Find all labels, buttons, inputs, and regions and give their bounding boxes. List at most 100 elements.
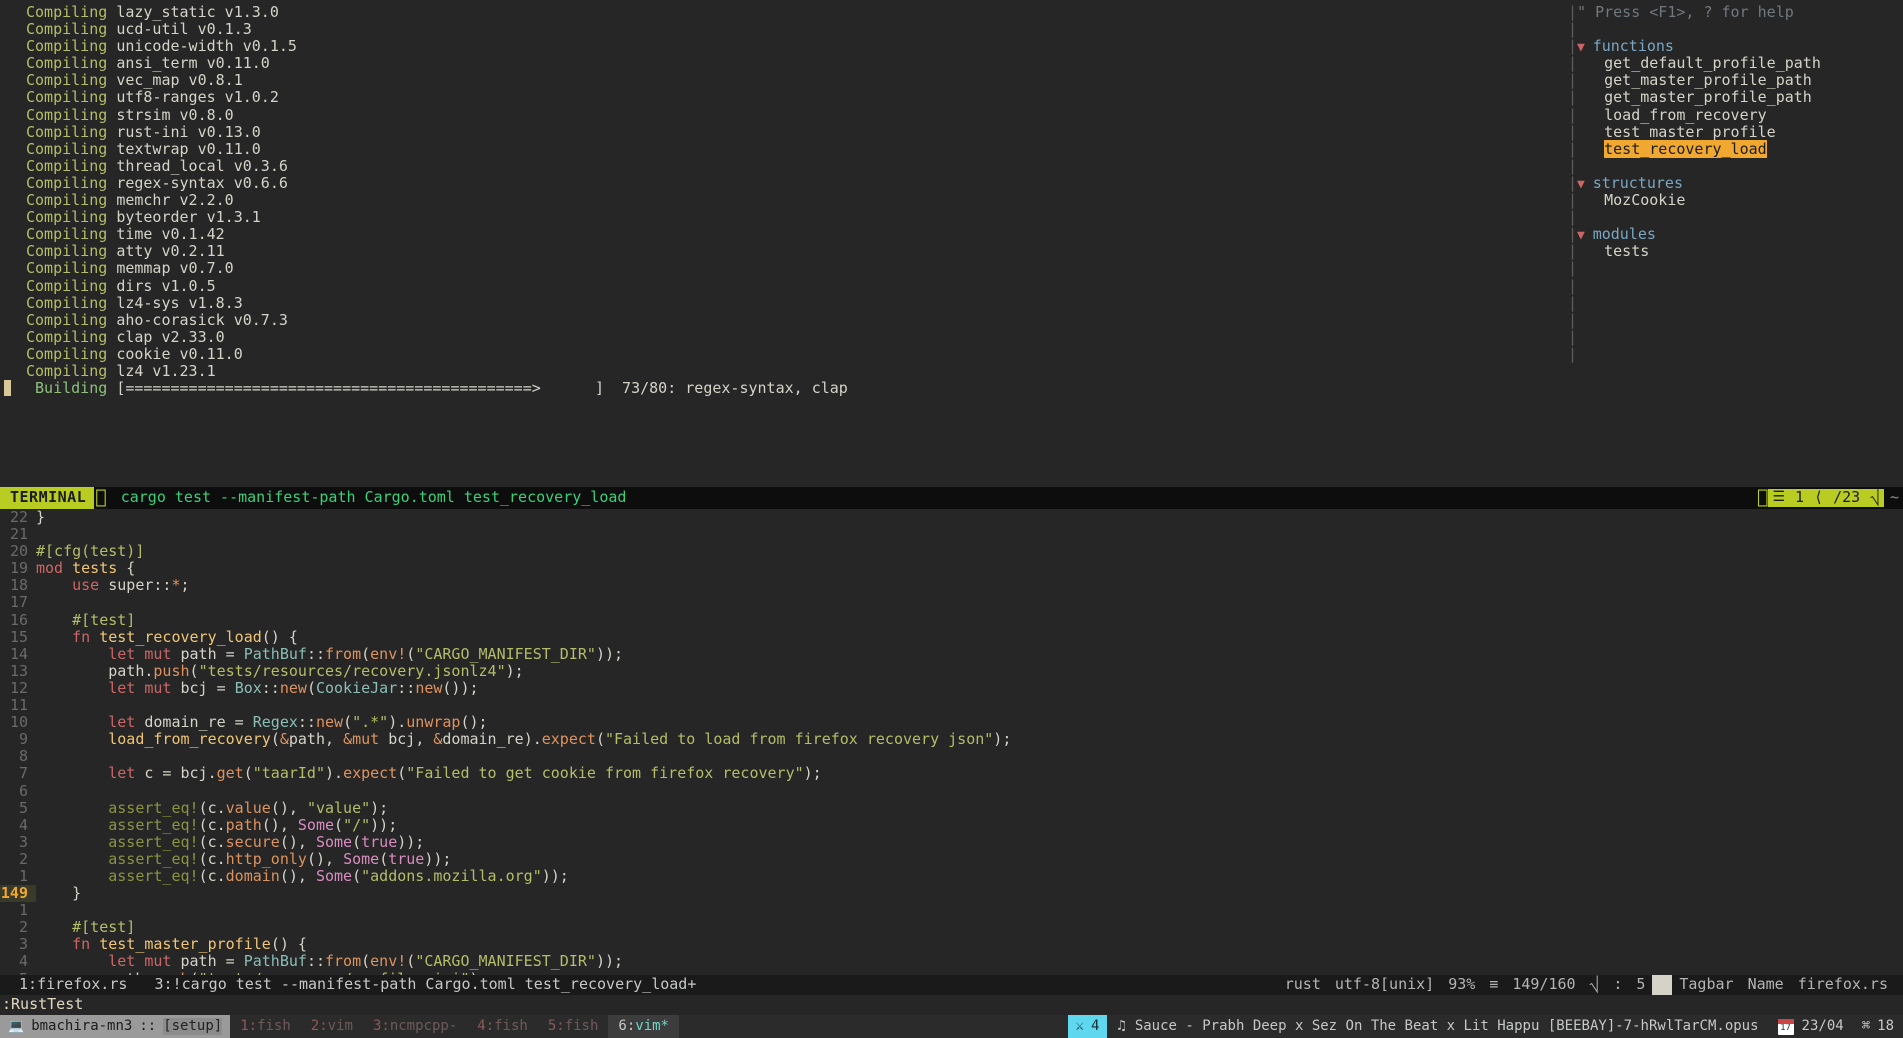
code-line[interactable]: 1 <box>0 902 1903 919</box>
code-line[interactable]: 2 #[test] <box>0 919 1903 936</box>
chevron-down-icon[interactable]: ▼ <box>1577 177 1593 192</box>
code-token: assert_eq! <box>108 849 199 868</box>
code-token: ( <box>352 866 362 885</box>
tagbar-group-header[interactable]: |▼ structures <box>1566 174 1903 192</box>
code-token: use <box>72 576 109 595</box>
cargo-output: Compiling lazy_static v1.3.0 Compiling uc… <box>0 3 1566 398</box>
tagbar-item[interactable]: | tests <box>1566 243 1903 260</box>
line-number: 22 <box>9 509 28 526</box>
tagbar-item-label[interactable]: test_master_profile <box>1604 123 1776 141</box>
tagbar-item[interactable]: | get_default_profile_path <box>1566 55 1903 72</box>
tagbar-item-label[interactable]: MozCookie <box>1604 191 1685 209</box>
line-number: 15 <box>9 627 28 646</box>
code-line[interactable]: 10 let domain_re = Regex::new(".*").unwr… <box>0 714 1903 731</box>
cargo-terminal-pane[interactable]: Compiling lazy_static v1.3.0 Compiling uc… <box>0 0 1566 487</box>
code-token: (), <box>279 866 316 885</box>
tmux-window[interactable]: 6: vim* <box>608 1015 679 1038</box>
buffer-tab[interactable]: 3:!cargo test --manifest-path Cargo.toml… <box>127 976 696 993</box>
percent-indicator: 93% <box>1448 975 1476 994</box>
code-line[interactable]: 7 let c = bcj.get("taarId").expect("Fail… <box>0 765 1903 782</box>
chevron-down-icon[interactable]: ▼ <box>1577 40 1593 55</box>
code-line[interactable]: 3 assert_eq!(c.secure(), Some(true)); <box>0 832 1903 851</box>
code-line[interactable]: 2 assert_eq!(c.http_only(), Some(true)); <box>0 849 1903 868</box>
code-line[interactable]: 14 let mut path = PathBuf::from(env!("CA… <box>0 644 1903 663</box>
compile-action: Compiling <box>26 276 117 295</box>
tagbar-item[interactable]: | test_recovery_load <box>1566 139 1903 158</box>
code-line[interactable]: 6 <box>0 782 1903 800</box>
code-line[interactable]: 4 let mut path = PathBuf::from(env!("CAR… <box>0 953 1903 970</box>
compile-action: Compiling <box>26 242 117 261</box>
code-line[interactable]: 16 #[test] <box>0 611 1903 629</box>
buffer-list[interactable]: 1:firefox.rs 3:!cargo test --manifest-pa… <box>0 976 696 993</box>
tmux-window-list[interactable]: 1: fish 2: vim 3: ncmpcpp- 4: fish 5: fish 6: vim* <box>230 1015 679 1038</box>
code-token: & <box>279 730 289 749</box>
tmux-window[interactable]: 5: fish <box>538 1015 609 1038</box>
tagbar-item-label[interactable]: get_master_profile_path <box>1604 88 1812 106</box>
compile-action: Compiling <box>26 122 117 141</box>
code-line[interactable]: 4 assert_eq!(c.path(), Some("/")); <box>0 816 1903 834</box>
code-text: use super::*; <box>36 576 189 595</box>
tagbar-indent <box>1577 140 1604 158</box>
code-line[interactable]: 13 path.push("tests/resources/recovery.j… <box>0 662 1903 680</box>
code-token: ( <box>306 678 316 697</box>
progress-count: 73/80: regex-syntax, clap <box>622 379 848 398</box>
code-line[interactable]: 21 <box>0 525 1903 543</box>
code-line[interactable]: 19 mod tests { <box>0 560 1903 577</box>
tagbar-item[interactable]: | load_from_recovery <box>1566 106 1903 124</box>
code-line[interactable]: 1 assert_eq!(c.domain(), Some("addons.mo… <box>0 866 1903 885</box>
code-token: . <box>216 832 226 851</box>
tagbar-item[interactable]: | get_master_profile_path <box>1566 72 1903 89</box>
code-line[interactable]: 8 <box>0 748 1903 765</box>
tagbar-item[interactable]: | MozCookie <box>1566 191 1903 209</box>
tagbar-item-label[interactable]: load_from_recovery <box>1604 106 1767 124</box>
code-token: let <box>108 764 145 783</box>
tagbar-item[interactable]: | get_master_profile_path <box>1566 89 1903 106</box>
tagbar-item-label[interactable]: get_master_profile_path <box>1604 71 1812 89</box>
code-token: load_from_recovery <box>108 730 271 749</box>
vim-command-line[interactable]: :RustTest <box>0 995 1903 1015</box>
code-token: #[test] <box>72 918 136 937</box>
code-line[interactable]: 22} <box>0 509 1903 526</box>
tmux-window[interactable]: 2: vim <box>301 1015 363 1038</box>
code-line[interactable]: 20 #[cfg(test)] <box>0 543 1903 560</box>
tagbar-group-header[interactable]: |▼ functions <box>1566 38 1903 56</box>
code-token: , <box>325 730 344 749</box>
code-line[interactable]: 3 fn test_master_profile() { <box>0 936 1903 953</box>
code-token: () { <box>261 627 298 646</box>
code-token: "CARGO_MANIFEST_DIR" <box>415 644 596 663</box>
line-number: 3 <box>18 832 28 851</box>
code-line[interactable]: 12 let mut bcj = Box::new(CookieJar::new… <box>0 678 1903 697</box>
compile-line: Compiling lazy_static v1.3.0 <box>0 3 1566 21</box>
code-editor[interactable]: 22} 21 20 #[cfg(test)] 19 mod tests {18 use s… <box>0 509 1903 975</box>
tmux-window-name: vim <box>327 1017 353 1034</box>
code-line[interactable]: 5 assert_eq!(c.value(), "value"); <box>0 798 1903 817</box>
buffer-tab[interactable]: 1:firefox.rs <box>10 976 127 993</box>
code-line[interactable]: 9 load_from_recovery(&path, &mut bcj, &d… <box>0 731 1903 748</box>
code-token: (), <box>279 832 316 851</box>
tmux-right-group: ⚔ 4 ♫ Sauce - Prabh Deep x Sez On The Be… <box>1067 1015 1903 1038</box>
code-line[interactable]: 18 use super::*; <box>0 577 1903 594</box>
code-token: CookieJar <box>315 678 398 697</box>
tmux-window[interactable]: 3: ncmpcpp- <box>363 1015 467 1038</box>
code-line[interactable]: 149 } <box>0 884 1903 903</box>
tagbar-panel[interactable]: |" Press <F1>, ? for help | |▼ functions | … <box>1566 0 1903 487</box>
compile-action: Compiling <box>26 71 117 90</box>
code-text: assert_eq!(c.path(), Some("/")); <box>36 816 397 834</box>
code-token: . <box>216 798 226 817</box>
tmux-window[interactable]: 1: fish <box>230 1015 301 1038</box>
chevron-down-icon[interactable]: ▼ <box>1577 228 1593 243</box>
tagbar-group-header[interactable]: |▼ modules <box>1566 226 1903 244</box>
code-token: . <box>216 866 226 885</box>
code-line[interactable]: 17 <box>0 594 1903 611</box>
code-line[interactable]: 15 fn test_recovery_load() { <box>0 627 1903 646</box>
tagbar-item[interactable]: | test_master_profile <box>1566 123 1903 141</box>
column-icon: ⎷ <box>1589 975 1600 994</box>
tmux-window[interactable]: 4: fish <box>467 1015 538 1038</box>
line-position: 1 <box>1795 488 1805 507</box>
code-line[interactable]: 11 <box>0 696 1903 714</box>
tagbar-item-label[interactable]: test_recovery_load <box>1604 139 1767 158</box>
tagbar-item-label[interactable]: tests <box>1604 242 1649 260</box>
line-number: 2 <box>18 849 28 868</box>
tagbar-item-label[interactable]: get_default_profile_path <box>1604 54 1821 72</box>
